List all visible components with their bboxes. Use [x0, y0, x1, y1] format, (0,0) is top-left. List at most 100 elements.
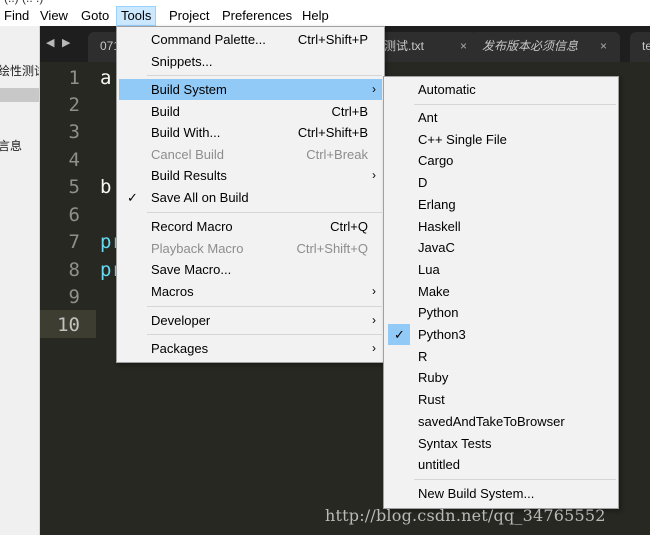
build-system-item[interactable]: Haskell	[386, 216, 616, 237]
tab-4-label: te	[642, 39, 650, 53]
line-number-current: 10	[57, 314, 80, 336]
command-palette-label: Command Palette...	[151, 32, 266, 47]
line-number: 7	[68, 231, 80, 253]
menu-packages[interactable]: Packages ›	[119, 338, 382, 359]
build-system-submenu: Automatic Ant C++ Single File Cargo D Erlang…	[383, 76, 619, 509]
menu-save-all-on-build[interactable]: ✓ Save All on Build	[119, 187, 382, 208]
menu-record-macro[interactable]: Record Macro Ctrl+Q	[119, 216, 382, 237]
build-system-item[interactable]: D	[386, 172, 616, 193]
menu-save-macro[interactable]: Save Macro...	[119, 259, 382, 280]
submenu-arrow-icon: ›	[372, 284, 376, 298]
build-system-item-label: untitled	[418, 457, 460, 473]
build-system-item[interactable]: R	[386, 346, 616, 367]
build-system-item[interactable]: Ant	[386, 107, 616, 128]
menu-build-with[interactable]: Build With... Ctrl+Shift+B	[119, 122, 382, 143]
menu-help[interactable]: Help	[298, 6, 333, 26]
tab-3-label: 发布版本必须信息	[482, 39, 579, 53]
menu-playback-macro[interactable]: Playback Macro Ctrl+Shift+Q	[119, 238, 382, 259]
menu-separator	[147, 75, 382, 76]
build-system-label: Build System	[151, 82, 227, 97]
menu-build-results[interactable]: Build Results ›	[119, 165, 382, 186]
cancel-build-label: Cancel Build	[151, 147, 224, 162]
menu-find[interactable]: Find	[0, 6, 33, 26]
menu-separator	[147, 212, 382, 213]
build-with-shortcut: Ctrl+Shift+B	[297, 125, 368, 140]
build-system-item-label: Rust	[418, 392, 445, 408]
menu-snippets[interactable]: Snippets...	[119, 51, 382, 72]
line-number: 2	[68, 94, 80, 116]
line-number: 5	[68, 176, 80, 198]
tools-dropdown-menu: Command Palette... Ctrl+Shift+P Snippets…	[116, 26, 385, 363]
build-system-item-label: Ruby	[418, 370, 449, 386]
tab-scroll-left-icon[interactable]: ◀	[46, 36, 54, 49]
menu-tools[interactable]: Tools	[116, 6, 157, 26]
sidebar-item-2[interactable]: 言息	[0, 137, 22, 154]
menu-command-palette[interactable]: Command Palette... Ctrl+Shift+P	[119, 29, 382, 50]
build-system-item[interactable]: Ruby	[386, 367, 616, 388]
build-system-item[interactable]: untitled	[386, 454, 616, 475]
build-shortcut: Ctrl+B	[331, 104, 368, 119]
build-system-item-label: Python	[418, 305, 459, 321]
tab-3[interactable]: 发布版本必须信息 ×	[470, 32, 620, 62]
line-number: 9	[68, 286, 80, 308]
new-build-system-item[interactable]: New Build System...	[386, 483, 616, 504]
build-system-item[interactable]: Erlang	[386, 194, 616, 215]
tab-3-close-icon[interactable]: ×	[600, 32, 607, 60]
build-system-item[interactable]: Lua	[386, 259, 616, 280]
save-all-on-build-label: Save All on Build	[151, 190, 249, 205]
menu-build[interactable]: Build Ctrl+B	[119, 101, 382, 122]
menu-project[interactable]: Project	[165, 6, 213, 26]
menu-bar: Find View Goto Tools Project Preferences…	[0, 6, 650, 26]
menu-separator	[414, 479, 616, 480]
tab-4[interactable]: te	[630, 32, 650, 62]
build-system-automatic[interactable]: Automatic	[386, 79, 616, 100]
build-system-item-label: JavaC	[418, 240, 455, 256]
submenu-arrow-icon: ›	[372, 313, 376, 327]
menu-cancel-build[interactable]: Cancel Build Ctrl+Break	[119, 144, 382, 165]
build-system-item[interactable]: Make	[386, 281, 616, 302]
tab-2[interactable]: 测试.txt ×	[370, 32, 478, 62]
build-system-item[interactable]: C++ Single File	[386, 129, 616, 150]
menu-view[interactable]: View	[36, 6, 72, 26]
build-system-item[interactable]: Rust	[386, 389, 616, 410]
menu-goto[interactable]: Goto	[77, 6, 113, 26]
menu-separator	[414, 104, 616, 105]
build-system-item-label: Make	[418, 283, 450, 299]
menu-preferences[interactable]: Preferences	[218, 6, 296, 26]
line-number: 8	[68, 259, 80, 281]
submenu-arrow-icon: ›	[372, 82, 376, 96]
build-system-item[interactable]: Python	[386, 302, 616, 323]
menu-separator	[147, 306, 382, 307]
automatic-label: Automatic	[418, 82, 476, 97]
line-number: 6	[68, 204, 80, 226]
developer-label: Developer	[151, 313, 211, 328]
tab-scroll-right-icon[interactable]: ▶	[62, 36, 70, 49]
menu-build-system[interactable]: Build System ›	[119, 79, 382, 100]
playback-macro-label: Playback Macro	[151, 241, 244, 256]
build-system-item-label: Cargo	[418, 153, 454, 169]
side-bar: 绘性测试 言息	[0, 26, 40, 535]
build-system-item-label: Haskell	[418, 218, 461, 234]
packages-label: Packages	[151, 341, 209, 356]
build-with-label: Build With...	[151, 125, 221, 140]
sidebar-item-1[interactable]: 绘性测试	[0, 62, 39, 79]
checkmark-icon: ✓	[127, 190, 138, 205]
checkmark-icon: ✓	[394, 327, 405, 342]
new-build-system-label: New Build System...	[418, 486, 535, 501]
tab-2-close-icon[interactable]: ×	[460, 32, 467, 60]
build-system-item-label: D	[418, 175, 428, 191]
build-system-item[interactable]: ✓ Python3	[386, 324, 616, 345]
watermark-text: http://blog.csdn.net/qq_34765552	[325, 506, 606, 525]
line-number: 3	[68, 121, 80, 143]
save-macro-label: Save Macro...	[151, 262, 232, 277]
menu-developer[interactable]: Developer ›	[119, 310, 382, 331]
macros-label: Macros	[151, 284, 194, 299]
build-system-item[interactable]: JavaC	[386, 237, 616, 258]
build-system-item[interactable]: Syntax Tests	[386, 433, 616, 454]
build-system-item-label: C++ Single File	[418, 131, 507, 147]
build-system-item[interactable]: savedAndTakeToBrowser	[386, 411, 616, 432]
menu-macros[interactable]: Macros ›	[119, 281, 382, 302]
build-system-item[interactable]: Cargo	[386, 150, 616, 171]
playback-macro-shortcut: Ctrl+Shift+Q	[296, 241, 368, 256]
submenu-arrow-icon: ›	[372, 341, 376, 355]
